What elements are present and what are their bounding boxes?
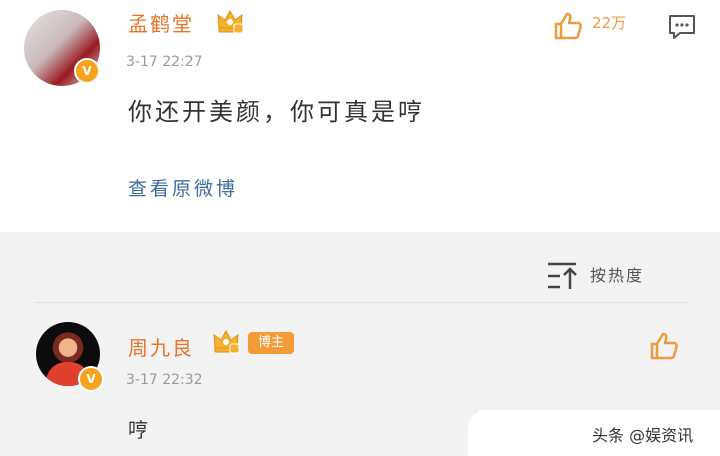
- crown-icon: [213, 329, 240, 354]
- thumbs-up-icon[interactable]: [552, 10, 584, 42]
- view-original-link[interactable]: 查看原微博: [128, 174, 238, 201]
- verified-badge-icon: V: [74, 58, 100, 84]
- comment-timestamp: 3-17 22:27: [126, 54, 203, 70]
- reply-timestamp: 3-17 22:32: [126, 372, 203, 388]
- comment-icon[interactable]: [668, 14, 696, 40]
- reply-username[interactable]: 周九良: [128, 332, 194, 361]
- thumbs-up-icon[interactable]: [648, 330, 680, 362]
- divider: [34, 302, 688, 303]
- verified-badge-icon: V: [78, 366, 104, 392]
- comment-username[interactable]: 孟鹤堂: [128, 8, 194, 37]
- sort-by-hot-button[interactable]: 按热度: [546, 258, 686, 290]
- sort-label: 按热度: [590, 266, 645, 285]
- crown-icon: [217, 9, 244, 34]
- watermark: 头条 @娱资讯: [592, 426, 694, 445]
- host-badge: 博主: [248, 332, 294, 354]
- like-count: 22万: [592, 14, 627, 32]
- sort-icon: [548, 262, 577, 289]
- reply-text: 哼: [128, 418, 151, 442]
- comment-text: 你还开美颜，你可真是哼: [128, 98, 425, 126]
